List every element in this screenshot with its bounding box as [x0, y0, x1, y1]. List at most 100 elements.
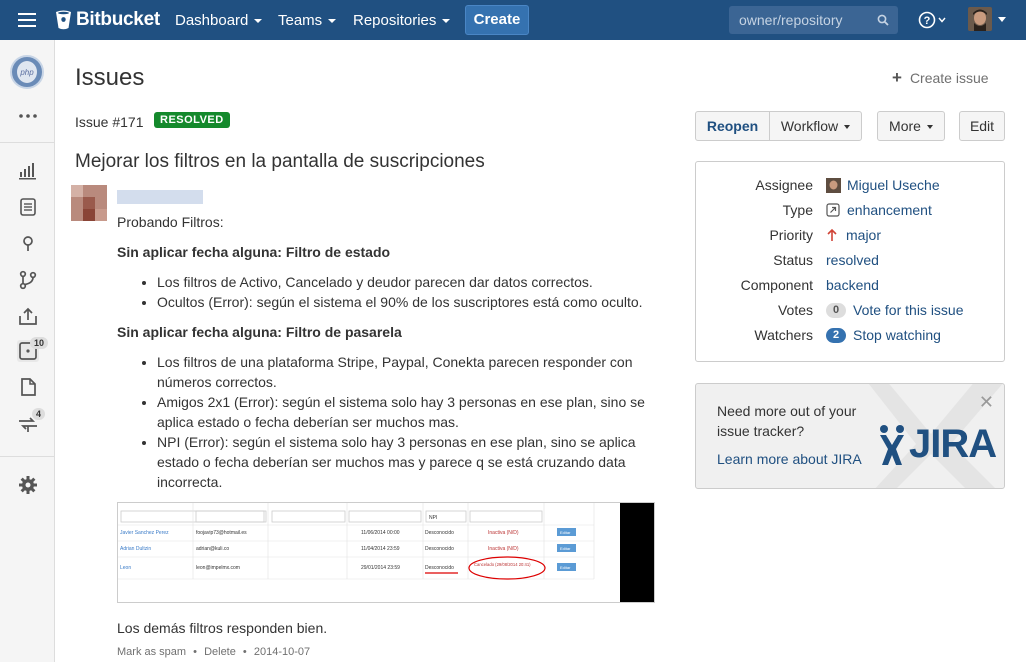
screenshot-image: NPI Javier Sanchez Perez foojavip73@hotm… — [118, 503, 654, 602]
more-icon[interactable] — [17, 105, 39, 127]
jira-promo: Need more out of your issue tracker? Lea… — [695, 383, 1005, 489]
reopen-button[interactable]: Reopen — [695, 111, 770, 141]
svg-text:adrian@kuli.co: adrian@kuli.co — [196, 546, 229, 552]
workflow-dropdown[interactable]: Workflow — [769, 111, 862, 141]
priority-major-arrow-icon — [827, 228, 837, 241]
edit-button[interactable]: Edit — [959, 111, 1005, 141]
forks-count-badge: 4 — [32, 408, 46, 420]
svg-text:Inactiva (N/D): Inactiva (N/D) — [488, 530, 519, 536]
bitbucket-logo[interactable]: Bitbucket — [55, 9, 160, 31]
assignee-avatar — [826, 177, 841, 193]
pull-requests-icon[interactable] — [17, 305, 39, 327]
search-input[interactable]: owner/repository — [729, 6, 898, 34]
watchers-count: 2 — [826, 327, 846, 343]
assignee-link[interactable]: Miguel Useche — [847, 177, 940, 193]
more-dropdown[interactable]: More — [877, 111, 945, 141]
comment-outro: Los demás filtros responden bien. — [117, 620, 328, 636]
svg-text:foojavip73@hotmail.es: foojavip73@hotmail.es — [196, 530, 247, 536]
svg-text:Editar: Editar — [560, 565, 571, 570]
svg-text:Cancelado (29/08/2014 20:41): Cancelado (29/08/2014 20:41) — [474, 562, 531, 567]
nav-dashboard-label: Dashboard — [175, 12, 249, 29]
svg-text:29/01/2014 23:59: 29/01/2014 23:59 — [361, 565, 400, 571]
comment-heading-estado: Sin aplicar fecha alguna: Filtro de esta… — [117, 244, 391, 260]
nav-repositories-label: Repositories — [353, 12, 437, 29]
comment-author-name-blurred[interactable] — [117, 190, 203, 204]
stop-watching-link[interactable]: Stop watching — [853, 327, 941, 343]
chevron-down-icon — [844, 125, 851, 130]
repo-sidebar: php 10 4 — [0, 40, 55, 662]
separator-dot: • — [242, 646, 247, 658]
estado-list: Los filtros de Activo, Cancelado y deudo… — [157, 272, 677, 312]
list-item: Amigos 2x1 (Error): según el sistema sol… — [157, 392, 677, 432]
svg-text:php: php — [19, 68, 34, 77]
promo-text: Need more out of your issue tracker? — [717, 403, 857, 439]
svg-text:Desconocido: Desconocido — [425, 565, 454, 571]
overview-chart-icon[interactable] — [17, 159, 39, 181]
create-issue-button[interactable]: + Create issue — [892, 68, 989, 88]
issue-number: Issue #171 — [75, 114, 144, 130]
repo-php-avatar-icon[interactable]: php — [10, 55, 44, 89]
svg-text:Leon: Leon — [120, 565, 131, 571]
priority-link[interactable]: major — [846, 227, 881, 243]
jira-logo-icon — [880, 424, 904, 465]
enhancement-icon — [826, 203, 840, 217]
type-label: Type — [782, 202, 813, 218]
chevron-down-icon — [254, 19, 263, 24]
search-placeholder: owner/repository — [739, 12, 843, 28]
comment-author-avatar[interactable] — [71, 185, 107, 221]
svg-text:Inactiva (N/D): Inactiva (N/D) — [488, 546, 519, 552]
status-label: Status — [773, 252, 813, 268]
workflow-label: Workflow — [780, 118, 839, 134]
help-button[interactable]: ? — [918, 11, 946, 32]
svg-text:Javier Sanchez Perez: Javier Sanchez Perez — [120, 530, 169, 536]
commits-icon[interactable] — [17, 231, 39, 253]
vote-link[interactable]: Vote for this issue — [853, 302, 964, 318]
plus-icon: + — [892, 68, 902, 87]
menu-icon[interactable] — [18, 13, 36, 27]
more-label: More — [889, 118, 921, 134]
type-link[interactable]: enhancement — [847, 202, 932, 218]
chevron-down-icon — [328, 19, 337, 24]
user-avatar[interactable] — [968, 7, 992, 31]
list-item: NPI (Error): según el sistema solo hay 3… — [157, 432, 677, 492]
issue-title: Mejorar los filtros en la pantalla de su… — [75, 151, 485, 172]
nav-dashboard[interactable]: Dashboard — [175, 12, 263, 29]
comment-actions: Mark as spam • Delete • 2014-10-07 — [117, 646, 310, 658]
pasarela-list: Los filtros de una plataforma Stripe, Pa… — [157, 352, 677, 492]
close-icon[interactable]: ✕ — [979, 392, 994, 413]
comment-intro: Probando Filtros: — [117, 214, 224, 230]
branches-icon[interactable] — [17, 269, 39, 291]
nav-repositories[interactable]: Repositories — [353, 12, 451, 29]
svg-text:Editar: Editar — [560, 530, 571, 535]
bitbucket-bucket-icon — [56, 10, 71, 30]
source-icon[interactable] — [17, 196, 39, 218]
svg-text:?: ? — [924, 15, 931, 27]
chevron-down-icon — [926, 125, 933, 130]
issue-attributes-panel: Assignee Miguel Useche Type enhancement Pr… — [695, 161, 1005, 362]
chevron-down-icon — [442, 19, 451, 24]
assignee-label: Assignee — [755, 177, 813, 193]
svg-text:Desconocido: Desconocido — [425, 530, 454, 536]
learn-more-jira-link[interactable]: Learn more about JIRA — [717, 451, 862, 467]
component-label: Component — [740, 277, 813, 293]
user-avatar-image — [968, 7, 992, 31]
chevron-down-icon[interactable] — [998, 17, 1006, 23]
mark-as-spam-link[interactable]: Mark as spam — [117, 646, 186, 658]
screenshot-filter-value: NPI — [429, 515, 437, 521]
create-button[interactable]: Create — [465, 5, 529, 35]
watchers-label: Watchers — [754, 327, 813, 343]
svg-text:11/04/2014 23:59: 11/04/2014 23:59 — [361, 546, 400, 552]
jira-wordmark: JIRA — [909, 422, 997, 466]
help-icon: ? — [918, 11, 946, 29]
nav-teams[interactable]: Teams — [278, 12, 337, 29]
comment-date: 2014-10-07 — [253, 646, 311, 658]
settings-gear-icon[interactable] — [17, 474, 39, 496]
component-link[interactable]: backend — [826, 277, 879, 293]
status-link[interactable]: resolved — [826, 252, 879, 268]
delete-link[interactable]: Delete — [204, 646, 236, 658]
issues-count-badge: 10 — [30, 337, 49, 349]
downloads-icon[interactable] — [17, 376, 39, 398]
search-icon — [877, 14, 889, 26]
separator-dot: • — [193, 646, 197, 658]
attached-screenshot[interactable]: NPI Javier Sanchez Perez foojavip73@hotm… — [117, 502, 655, 603]
